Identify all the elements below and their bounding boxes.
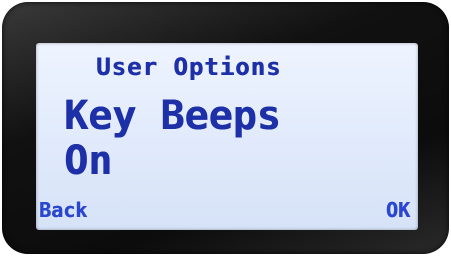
- setting-value[interactable]: On: [64, 141, 112, 181]
- device-bezel: User Options Key Beeps On Back OK: [2, 2, 449, 254]
- lcd-screen: User Options Key Beeps On Back OK: [36, 43, 418, 230]
- menu-title: User Options: [96, 53, 282, 81]
- setting-name: Key Beeps: [64, 93, 281, 139]
- back-softkey[interactable]: Back: [39, 200, 87, 220]
- ok-softkey[interactable]: OK: [386, 200, 410, 220]
